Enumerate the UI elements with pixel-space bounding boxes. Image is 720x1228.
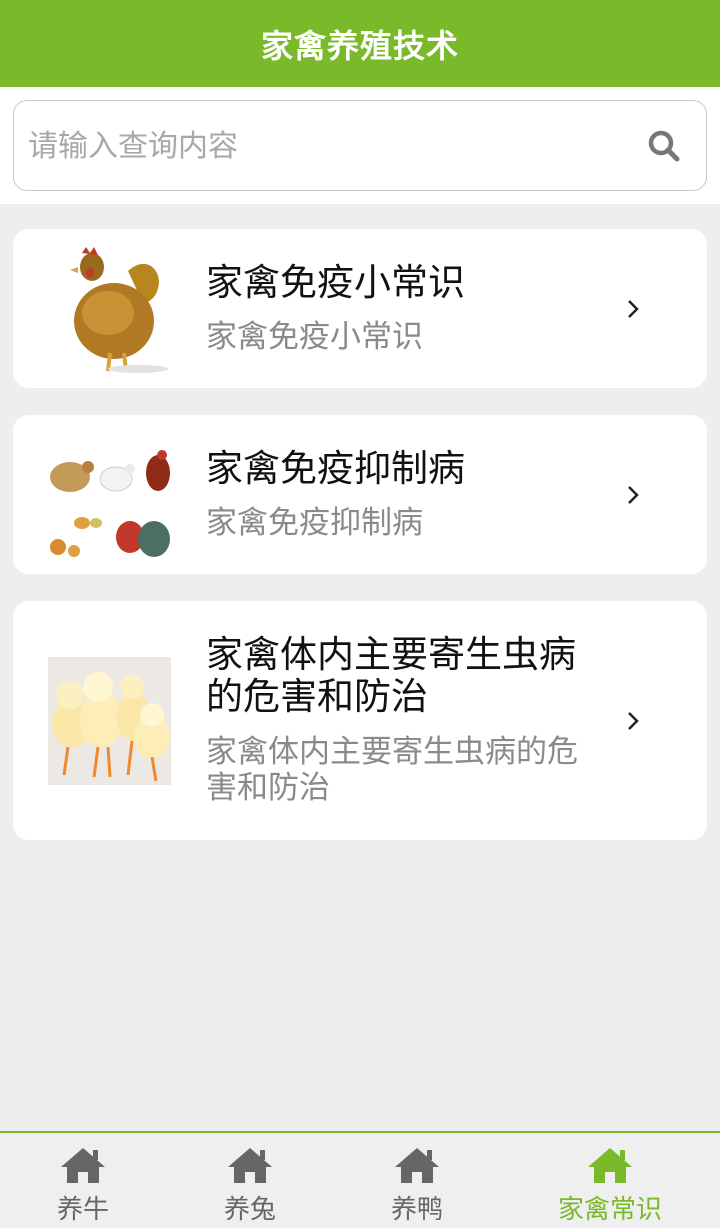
article-card[interactable]: 家禽体内主要寄生虫病的危害和防治 家禽体内主要寄生虫病的危害和防治 xyxy=(13,601,707,840)
home-icon xyxy=(588,1148,632,1183)
page-title: 家禽养殖技术 xyxy=(260,26,459,65)
article-card[interactable]: 家禽免疫抑制病 家禽免疫抑制病 xyxy=(13,415,707,574)
article-subtitle: 家禽免疫抑制病 xyxy=(206,505,423,541)
hen-image xyxy=(68,243,178,373)
chevron-right-icon xyxy=(628,712,639,730)
tab-label: 家禽常识 xyxy=(557,1195,662,1225)
tab-label: 养牛 xyxy=(56,1195,109,1225)
search-bar xyxy=(0,87,720,204)
tab-cattle[interactable]: 养牛 xyxy=(13,1133,153,1228)
home-icon xyxy=(61,1148,105,1183)
tab-label: 养兔 xyxy=(223,1195,276,1225)
poultry-breeds-image xyxy=(46,443,174,559)
home-icon xyxy=(395,1148,439,1183)
tab-rabbit[interactable]: 养兔 xyxy=(180,1133,320,1228)
home-icon xyxy=(228,1148,272,1183)
article-subtitle: 家禽体内主要寄生虫病的危害和防治 xyxy=(206,734,578,806)
bottom-tab-bar: 养牛 养兔 养鸭 家禽常识 xyxy=(0,1131,720,1228)
search-icon[interactable] xyxy=(647,129,681,163)
chicks-image xyxy=(48,657,171,785)
article-title: 家禽免疫抑制病 xyxy=(206,447,465,490)
tab-poultry-knowledge[interactable]: 家禽常识 xyxy=(540,1133,680,1228)
article-subtitle: 家禽免疫小常识 xyxy=(206,319,423,355)
search-input[interactable] xyxy=(28,119,618,173)
chevron-right-icon xyxy=(628,486,639,504)
tab-duck[interactable]: 养鸭 xyxy=(347,1133,487,1228)
chevron-right-icon xyxy=(628,300,639,318)
app-header: 家禽养殖技术 xyxy=(0,0,720,87)
tab-label: 养鸭 xyxy=(390,1195,443,1225)
article-title: 家禽免疫小常识 xyxy=(206,261,465,304)
search-box xyxy=(13,100,707,191)
article-card[interactable]: 家禽免疫小常识 家禽免疫小常识 xyxy=(13,229,707,388)
article-title: 家禽体内主要寄生虫病的危害和防治 xyxy=(206,633,576,718)
